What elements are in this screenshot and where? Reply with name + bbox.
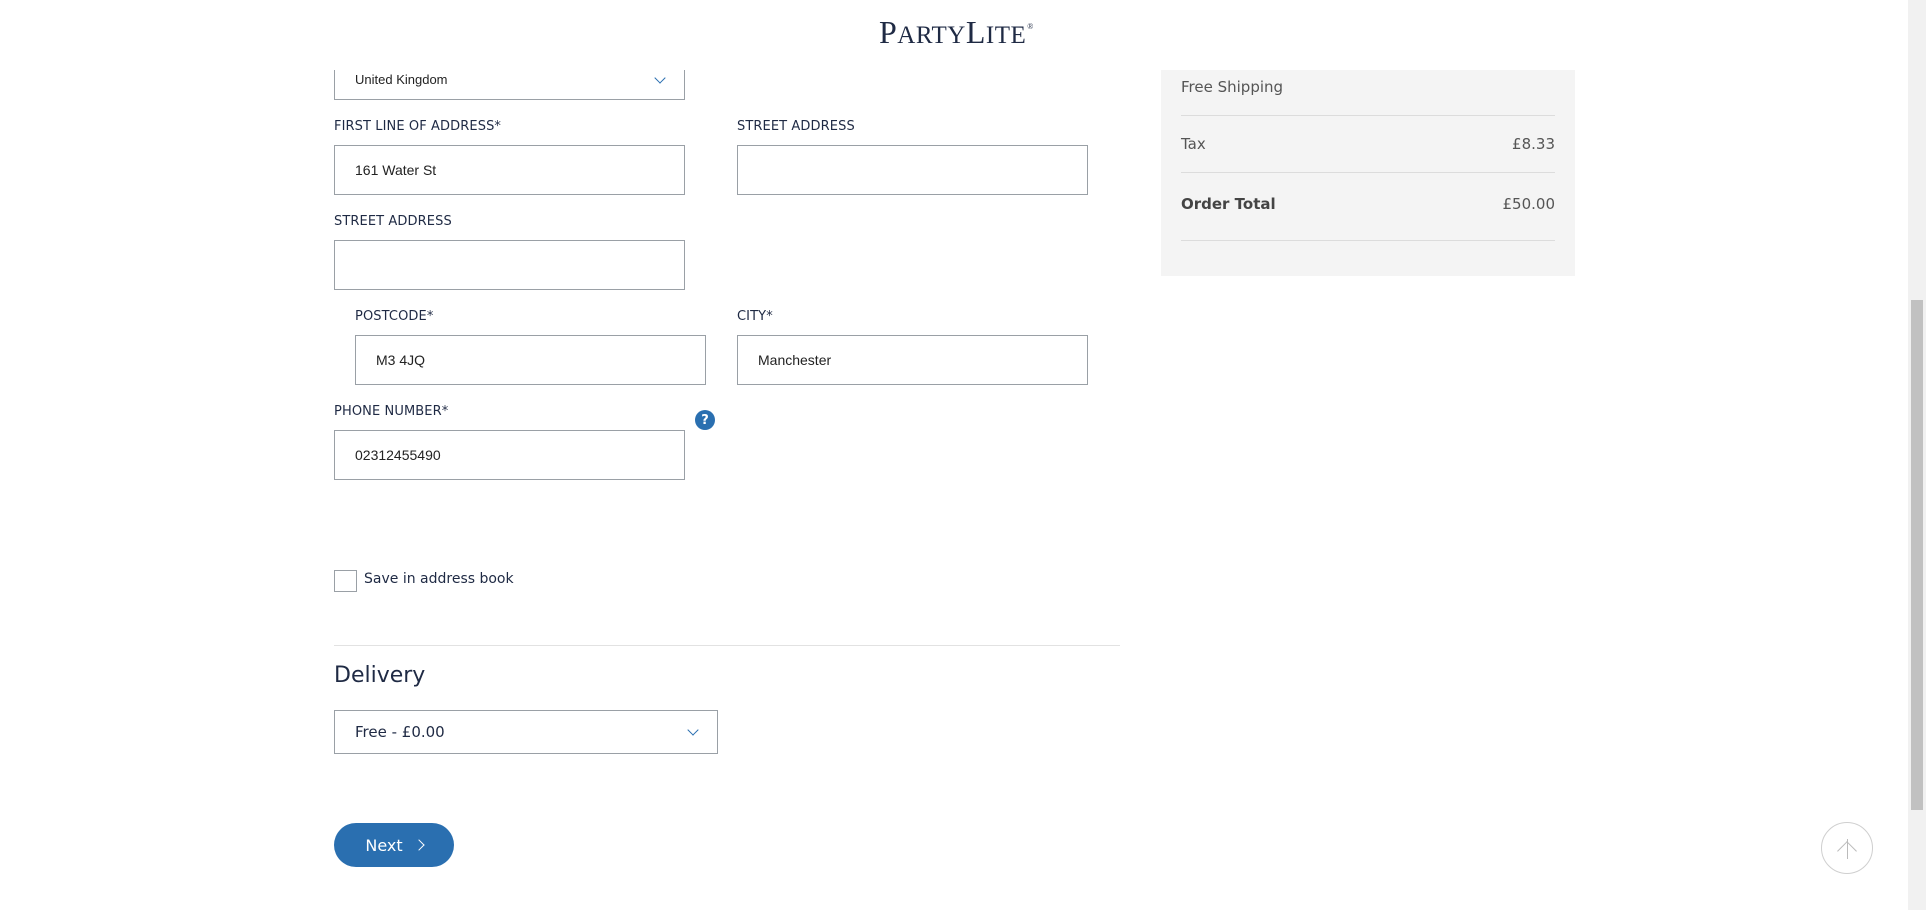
save-address-label[interactable]: Save in address book xyxy=(364,571,514,587)
address-line1-label: FIRST LINE OF ADDRESS* xyxy=(334,119,502,134)
street-address-2-field[interactable] xyxy=(737,145,1088,195)
logo-registered-mark: ® xyxy=(1027,22,1034,31)
chevron-right-icon xyxy=(412,839,425,851)
back-to-top-button[interactable] xyxy=(1821,822,1873,874)
logo-letter-l: L xyxy=(965,14,986,50)
scrollbar-thumb[interactable] xyxy=(1911,300,1923,810)
total-value: £50.00 xyxy=(1502,195,1556,213)
logo-text-ite: ITE xyxy=(985,22,1027,49)
country-value: United Kingdom xyxy=(355,72,448,87)
phone-field[interactable] xyxy=(334,430,685,480)
tax-label: Tax xyxy=(1181,135,1206,153)
phone-label: PHONE NUMBER* xyxy=(334,404,449,419)
postcode-field[interactable] xyxy=(355,335,706,385)
postcode-label: POSTCODE* xyxy=(355,309,434,324)
street-address-3-input[interactable] xyxy=(355,257,664,273)
total-label: Order Total xyxy=(1181,195,1276,213)
tax-value: £8.33 xyxy=(1512,135,1555,153)
city-field[interactable] xyxy=(737,335,1088,385)
address-line1-field[interactable] xyxy=(334,145,685,195)
street-address-2-label: STREET ADDRESS xyxy=(737,119,855,134)
summary-divider xyxy=(1181,240,1555,241)
street-address-3-field[interactable] xyxy=(334,240,685,290)
street-address-2-input[interactable] xyxy=(758,162,1067,178)
postcode-input[interactable] xyxy=(376,352,685,368)
phone-input[interactable] xyxy=(355,447,664,463)
next-button-label: Next xyxy=(365,835,403,855)
total-row: Order Total £50.00 xyxy=(1181,195,1555,213)
arrow-up-stem xyxy=(1847,839,1849,859)
summary-divider xyxy=(1181,115,1555,116)
question-icon[interactable]: ? xyxy=(695,410,715,430)
order-summary: Free Shipping Tax £8.33 Order Total £50.… xyxy=(1161,70,1575,276)
address-line1-input[interactable] xyxy=(355,162,664,178)
page-scrollbar[interactable] xyxy=(1908,0,1926,910)
city-label: CITY* xyxy=(737,309,773,324)
delivery-select[interactable]: Free - £0.00 xyxy=(334,710,718,754)
logo-letter-p: P xyxy=(879,14,898,50)
street-address-3-label: STREET ADDRESS xyxy=(334,214,452,229)
partylite-logo[interactable]: PARTYLITE® xyxy=(879,14,1033,51)
chevron-down-icon xyxy=(687,724,699,736)
logo-text-arty: ARTY xyxy=(897,22,966,49)
shipping-label: Free Shipping xyxy=(1181,78,1284,96)
shipping-row: Free Shipping xyxy=(1181,78,1555,96)
tax-row: Tax £8.33 xyxy=(1181,135,1555,153)
delivery-option-value: Free - £0.00 xyxy=(355,723,445,741)
page-header: PARTYLITE® xyxy=(0,0,1908,70)
city-input[interactable] xyxy=(758,352,1067,368)
section-divider xyxy=(334,645,1120,646)
save-address-checkbox[interactable] xyxy=(334,570,357,592)
chevron-down-icon xyxy=(654,71,666,84)
delivery-title: Delivery xyxy=(334,663,426,688)
next-button[interactable]: Next xyxy=(334,823,454,867)
summary-divider xyxy=(1181,172,1555,173)
